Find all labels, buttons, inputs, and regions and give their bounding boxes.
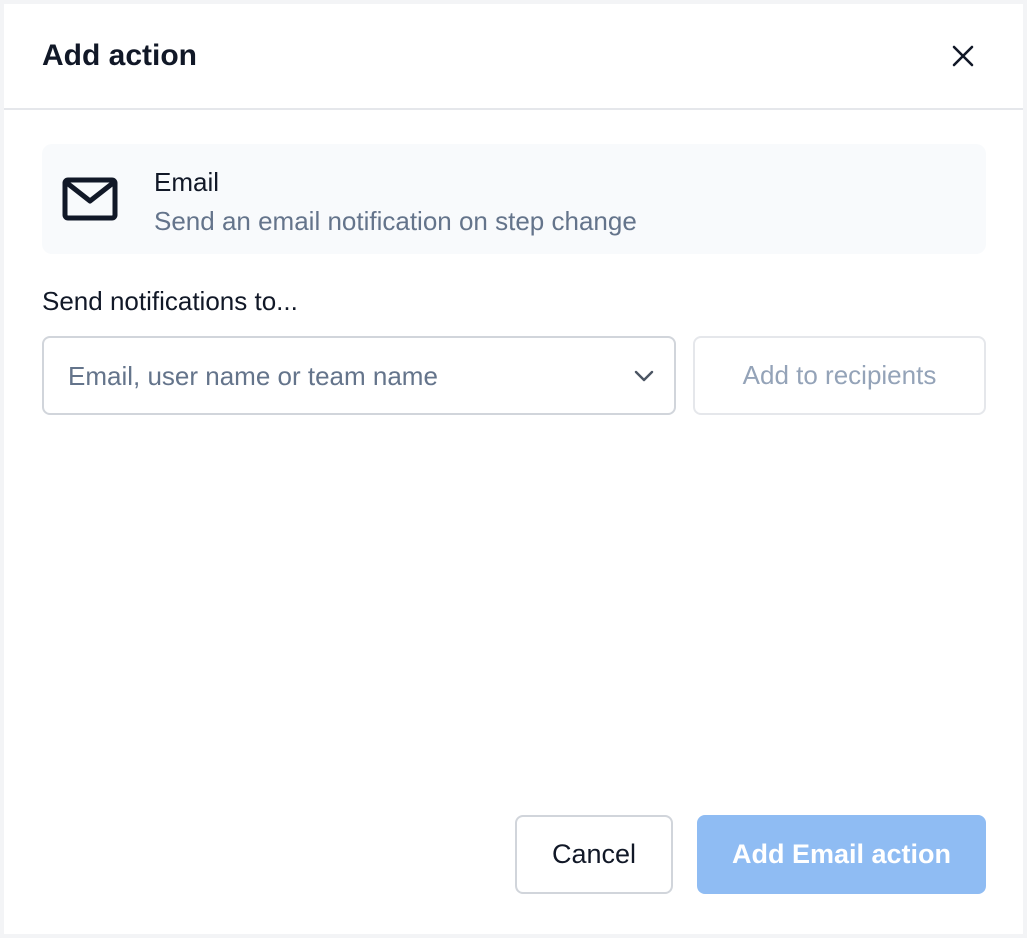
action-name: Email — [154, 167, 220, 197]
add-email-action-button[interactable]: Add Email action — [697, 815, 986, 894]
dialog-title: Add action — [42, 39, 197, 72]
cancel-button[interactable]: Cancel — [515, 815, 673, 894]
close-button[interactable] — [943, 36, 983, 76]
chevron-down-icon[interactable] — [632, 364, 656, 388]
dialog-header: Add action — [4, 4, 1023, 110]
add-action-dialog: Add action Email Send an email notificat… — [4, 4, 1023, 934]
recipient-select-placeholder: Email, user name or team name — [68, 361, 438, 391]
mail-icon — [62, 177, 118, 221]
close-icon[interactable] — [951, 44, 975, 68]
action-description: Send an email notification on step chang… — [154, 206, 637, 236]
recipient-select[interactable]: Email, user name or team name — [42, 336, 676, 415]
recipients-label: Send notifications to... — [42, 286, 298, 316]
add-to-recipients-button[interactable]: Add to recipients — [693, 336, 986, 415]
email-action-card: Email Send an email notification on step… — [42, 144, 986, 254]
